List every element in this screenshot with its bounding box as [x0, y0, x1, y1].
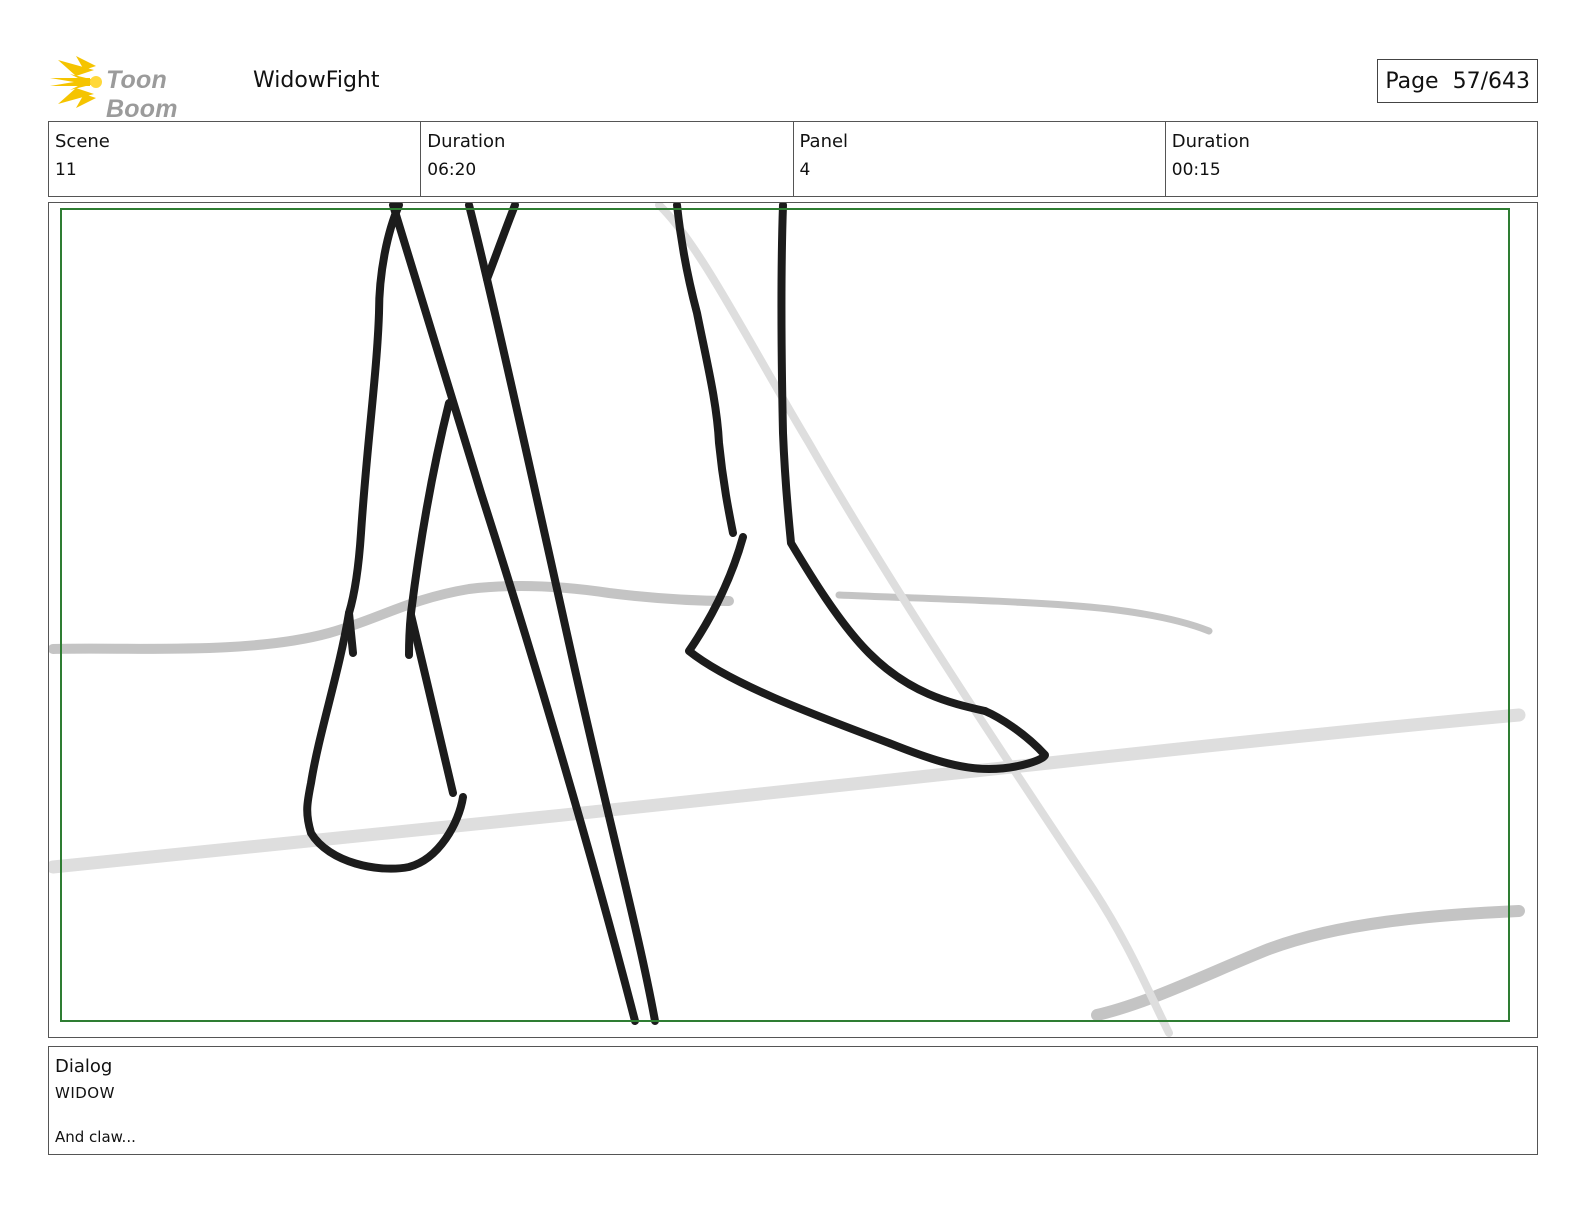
- floor-horizon-line: [49, 708, 1526, 874]
- staff-top-fork: [483, 203, 519, 283]
- scene-cell: Scene 11: [49, 122, 422, 196]
- toon-boom-logo: Toon Boom: [50, 56, 240, 123]
- right-leg-front-edge: [777, 203, 989, 715]
- storyboard-panel: [48, 202, 1538, 1038]
- panel-label: Panel: [799, 131, 849, 152]
- staff-left-edge: [389, 203, 639, 1025]
- page-header: Toon Boom WidowFight Page 57/643: [48, 52, 1538, 123]
- page-indicator: Page 57/643: [1377, 59, 1538, 103]
- sun-burst-icon: [50, 56, 102, 108]
- scene-label: Scene: [55, 131, 110, 152]
- diagonal-sketch-line: [655, 203, 1173, 1037]
- character-legs: [303, 203, 1049, 1025]
- project-title: WidowFight: [253, 68, 380, 93]
- panel-cell: Panel 4: [794, 122, 1166, 196]
- panel-drawing: [49, 203, 1526, 1037]
- panel-duration-cell: Duration 00:15: [1166, 122, 1537, 196]
- background-sketch: [49, 203, 1526, 1037]
- scene-value: 11: [55, 160, 77, 180]
- page-number: 57/643: [1452, 68, 1530, 94]
- dialog-line: And claw...: [55, 1128, 136, 1146]
- floor-line-left: [49, 581, 734, 654]
- page-label: Page: [1385, 68, 1439, 94]
- panel-duration-label: Duration: [1171, 131, 1250, 152]
- right-leg-back-edge: [673, 203, 737, 537]
- dialog-speaker: WIDOW: [55, 1084, 115, 1102]
- panel-duration-value: 00:15: [1171, 160, 1221, 180]
- panel-value: 4: [799, 160, 811, 180]
- logo-text: Toon Boom: [106, 66, 178, 123]
- scene-duration-label: Duration: [427, 131, 506, 152]
- floor-line-right: [835, 591, 1213, 635]
- staff-right-edge: [465, 203, 659, 1025]
- dialog-label: Dialog: [55, 1056, 113, 1077]
- floor-curve-lower: [1091, 905, 1525, 1021]
- left-ankle-edge: [407, 611, 457, 797]
- scene-info-table: Scene 11 Duration 06:20 Panel 4 Duration…: [48, 121, 1538, 197]
- scene-duration-value: 06:20: [427, 160, 477, 180]
- scene-duration-cell: Duration 06:20: [421, 122, 794, 196]
- left-leg-back-edge: [345, 203, 403, 657]
- dialog-box: Dialog WIDOW And claw...: [48, 1046, 1538, 1155]
